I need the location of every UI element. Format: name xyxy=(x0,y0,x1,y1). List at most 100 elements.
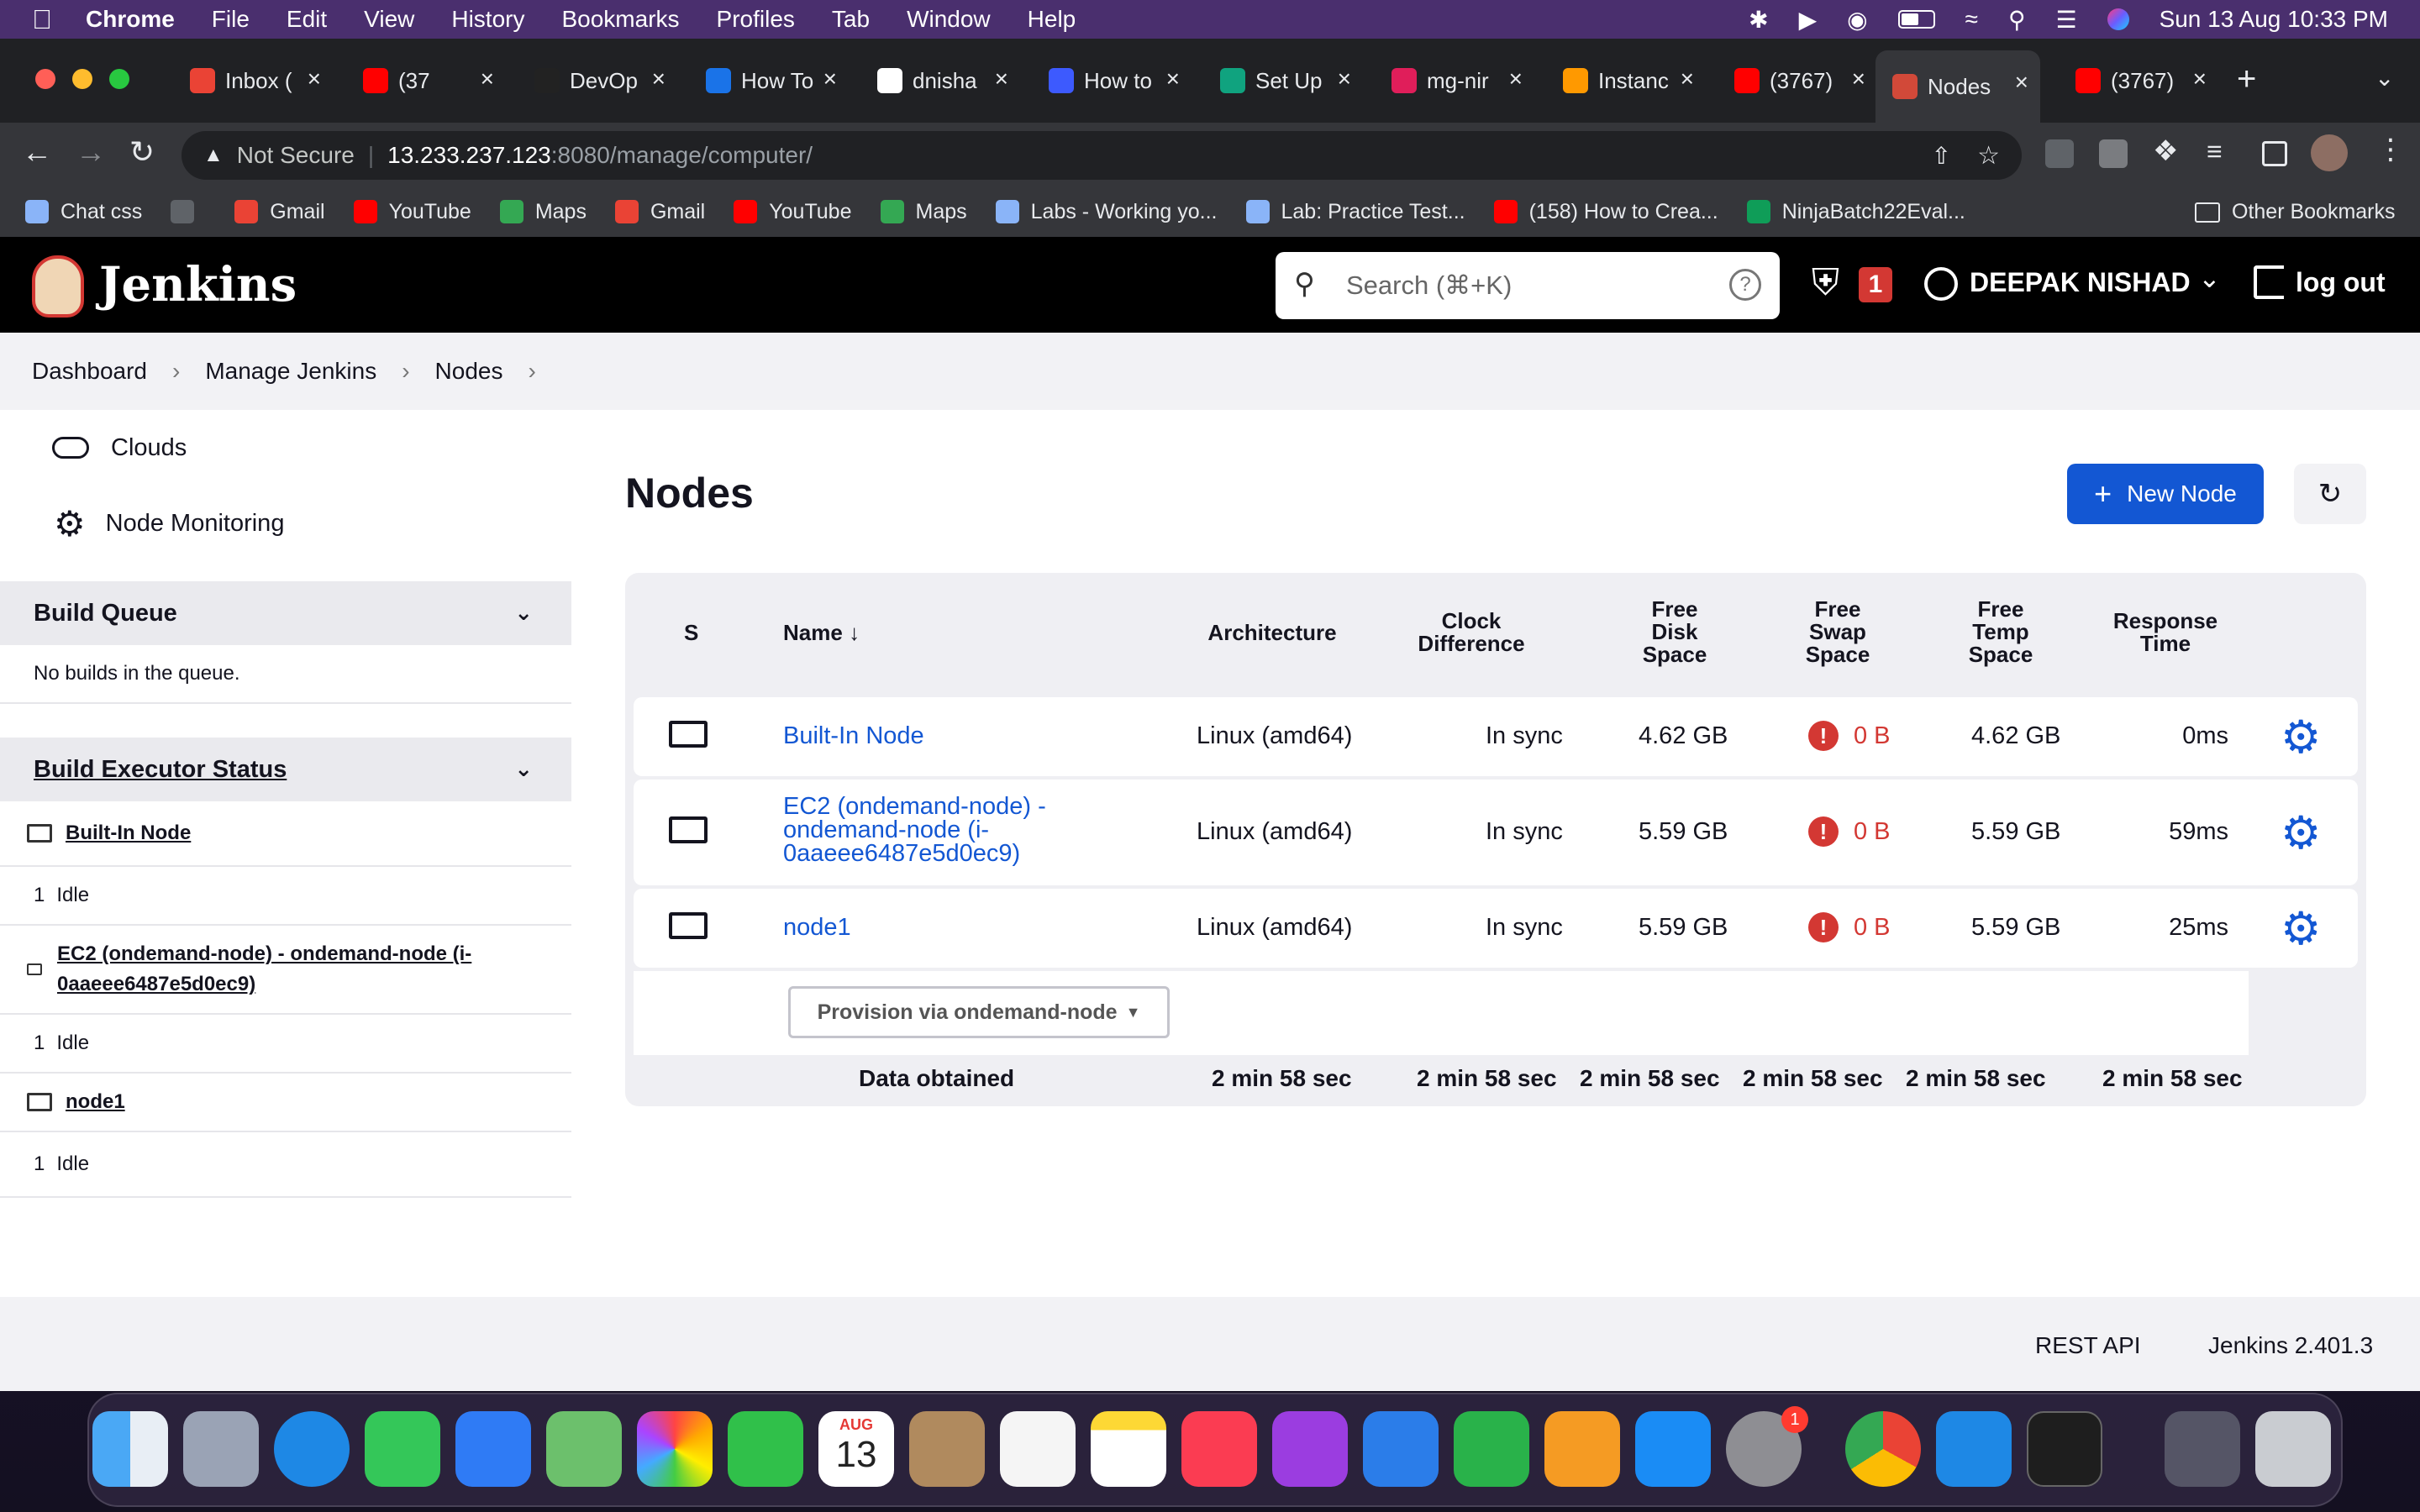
col-header-response-time[interactable]: Response Time xyxy=(2102,610,2228,655)
breadcrumb-dashboard[interactable]: Dashboard xyxy=(32,358,147,385)
reading-list-icon[interactable]: ≡ xyxy=(2207,136,2223,167)
bookmark-item[interactable]: NinjaBatch22Eval... xyxy=(1746,200,1965,224)
sidebar-item-clouds[interactable]: Clouds xyxy=(0,410,571,486)
browser-tab[interactable]: Inbox (× xyxy=(173,59,333,102)
user-chevron-down-icon[interactable]: ⌄ xyxy=(2198,262,2221,294)
rest-api-link[interactable]: REST API xyxy=(2035,1332,2141,1359)
browser-tab[interactable]: Instanc × xyxy=(1546,59,1706,102)
user-status-icon[interactable]: ◉ xyxy=(1847,6,1867,34)
reminders-icon[interactable] xyxy=(1000,1411,1076,1487)
tab-close-icon[interactable]: × xyxy=(481,66,494,92)
bookmark-item[interactable]: Maps xyxy=(880,200,967,224)
menu-profiles[interactable]: Profiles xyxy=(717,6,795,33)
browser-tab[interactable]: How To × xyxy=(689,59,849,102)
user-icon[interactable] xyxy=(1924,267,1958,301)
calendar-icon[interactable]: AUG 13 xyxy=(818,1411,894,1487)
browser-tab[interactable]: Set Up × xyxy=(1203,59,1363,102)
extensions-puzzle-icon[interactable]: ❖ xyxy=(2153,134,2178,168)
share-icon[interactable]: ⇧ xyxy=(1932,142,1951,170)
refresh-button[interactable]: ↻ xyxy=(2294,464,2366,524)
node-configure-gear-icon[interactable]: ⚙ xyxy=(2281,902,2321,955)
pages-icon[interactable] xyxy=(1544,1411,1620,1487)
url-path[interactable]: :8080/manage/computer/ xyxy=(551,142,813,169)
chrome-menu-icon[interactable]: ⋮ xyxy=(2376,133,2405,166)
menu-history[interactable]: History xyxy=(451,6,524,33)
other-bookmarks[interactable]: Other Bookmarks xyxy=(2195,200,2396,224)
col-header-name[interactable]: Name ↓ xyxy=(783,622,860,644)
menu-bookmarks[interactable]: Bookmarks xyxy=(561,6,679,33)
vscode-icon[interactable] xyxy=(1936,1411,2012,1487)
bluetooth-icon[interactable]: ✱ xyxy=(1749,6,1768,34)
menu-window[interactable]: Window xyxy=(907,6,991,33)
node-name-link[interactable]: Built-In Node xyxy=(783,722,924,750)
trash-icon[interactable] xyxy=(2255,1411,2331,1487)
breadcrumb-nodes[interactable]: Nodes xyxy=(435,358,503,385)
bookmark-item[interactable]: YouTube xyxy=(353,200,471,224)
col-header-architecture[interactable]: Architecture xyxy=(1180,622,1365,644)
new-tab-button[interactable]: + xyxy=(2237,60,2256,98)
browser-tab[interactable]: dnisha × xyxy=(860,59,1020,102)
finder-icon[interactable] xyxy=(92,1411,168,1487)
apple-menu-icon[interactable]:  xyxy=(32,4,52,35)
forward-arrow-icon[interactable]: → xyxy=(76,134,106,170)
facetime-icon[interactable] xyxy=(728,1411,803,1487)
bookmark-star-icon[interactable]: ☆ xyxy=(1977,141,2000,171)
security-alert-badge[interactable]: 1 xyxy=(1859,267,1892,302)
contacts-icon[interactable] xyxy=(909,1411,985,1487)
wifi-icon[interactable]: ≈ xyxy=(1965,6,1978,33)
back-arrow-icon[interactable]: ← xyxy=(22,134,52,170)
executor-node-link[interactable]: EC2 (ondemand-node) - ondemand-node (i-0… xyxy=(57,939,528,1000)
new-node-button[interactable]: + New Node xyxy=(2067,464,2264,524)
menu-tab[interactable]: Tab xyxy=(832,6,870,33)
menubar-clock[interactable]: Sun 13 Aug 10:33 PM xyxy=(2160,6,2388,33)
control-center-icon[interactable]: ☰ xyxy=(2055,6,2076,34)
search-input[interactable]: Search (⌘+K) xyxy=(1346,270,1512,301)
node-name-link[interactable]: node1 xyxy=(783,914,851,942)
tab-close-icon[interactable]: × xyxy=(1681,66,1694,92)
tab-search-chevron-icon[interactable]: ⌄ xyxy=(2375,64,2394,92)
menu-help[interactable]: Help xyxy=(1028,6,1076,33)
browser-tab[interactable]: mg-nir × xyxy=(1375,59,1534,102)
safari-icon[interactable] xyxy=(274,1411,350,1487)
menu-file[interactable]: File xyxy=(212,6,250,33)
executor-node-link[interactable]: node1 xyxy=(66,1090,125,1114)
tab-close-icon[interactable]: × xyxy=(2193,66,2207,92)
executor-node-link[interactable]: Built-In Node xyxy=(66,822,191,845)
build-queue-header[interactable]: Build Queue ⌄ xyxy=(0,581,571,645)
node-name-link[interactable]: EC2 (ondemand-node) - ondemand-node (i-0… xyxy=(783,795,1069,866)
node-configure-gear-icon[interactable]: ⚙ xyxy=(2281,711,2321,764)
menu-edit[interactable]: Edit xyxy=(287,6,327,33)
security-shield-icon[interactable]: ⛨ xyxy=(1812,262,1839,304)
browser-tab[interactable]: How to × xyxy=(1032,59,1192,102)
col-header-free-swap[interactable]: Free Swap Space xyxy=(1791,598,1884,666)
messages-icon[interactable] xyxy=(365,1411,440,1487)
browser-tab[interactable]: (3767) × xyxy=(2059,59,2218,102)
launchpad-icon[interactable] xyxy=(183,1411,259,1487)
keynote-icon[interactable] xyxy=(1363,1411,1439,1487)
bookmark-item[interactable]: YouTube xyxy=(734,200,852,224)
jenkins-version-link[interactable]: Jenkins 2.401.3 xyxy=(2208,1332,2373,1359)
extension-k-icon[interactable] xyxy=(2099,139,2128,168)
browser-tab[interactable]: DevOp × xyxy=(518,59,677,102)
siri-icon[interactable] xyxy=(2107,8,2129,30)
minimize-window-button[interactable] xyxy=(72,69,92,89)
chevron-down-icon[interactable]: ⌄ xyxy=(514,600,533,626)
tab-close-icon[interactable]: × xyxy=(308,66,321,92)
bookmark-item[interactable]: Lab: Practice Test... xyxy=(1245,200,1465,224)
menu-app-name[interactable]: Chrome xyxy=(86,6,175,33)
profile-avatar[interactable] xyxy=(2311,134,2348,171)
bookmark-item[interactable]: Gmail xyxy=(234,200,325,224)
battery-icon[interactable] xyxy=(1897,10,1935,29)
warning-triangle-icon[interactable]: ▲ xyxy=(203,144,224,167)
bookmark-item[interactable]: Gmail xyxy=(614,200,705,224)
col-header-free-disk[interactable]: Free Disk Space xyxy=(1628,598,1721,666)
close-window-button[interactable] xyxy=(35,69,55,89)
zoom-window-button[interactable] xyxy=(109,69,129,89)
node-configure-gear-icon[interactable]: ⚙ xyxy=(2281,806,2321,859)
provision-dropdown[interactable]: Provision via ondemand-node ▼ xyxy=(788,986,1170,1038)
logout-link[interactable]: log out xyxy=(2296,267,2386,298)
tab-close-icon[interactable]: × xyxy=(1166,66,1180,92)
jenkins-logo-icon[interactable] xyxy=(32,255,84,318)
col-header-free-temp[interactable]: Free Temp Space xyxy=(1954,598,2047,666)
play-icon[interactable]: ▶ xyxy=(1799,6,1818,34)
